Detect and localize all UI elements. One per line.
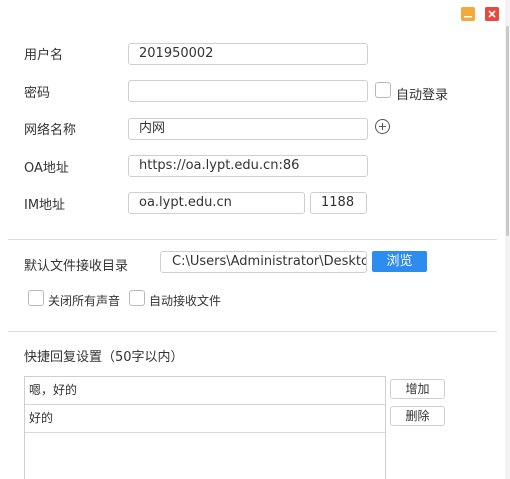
close-icon <box>488 10 496 18</box>
browse-button[interactable]: 浏览 <box>372 251 427 272</box>
scrollbar-thumb[interactable] <box>506 26 509 236</box>
im-host-field[interactable]: oa.lypt.edu.cn <box>128 192 305 214</box>
auto-receive-checkbox[interactable] <box>129 290 145 306</box>
im-port-field[interactable]: 1188 <box>310 192 367 214</box>
settings-window: 用户名 201950002 密码 自动登录 网络名称 内网 OA地址 https… <box>0 0 510 479</box>
minimize-icon <box>464 16 472 18</box>
oa-address-field[interactable]: https://oa.lypt.edu.cn:86 <box>128 155 368 177</box>
plus-circle-icon[interactable] <box>375 119 390 134</box>
password-field[interactable] <box>128 80 368 102</box>
auto-login-checkbox[interactable] <box>375 82 391 98</box>
delete-reply-button[interactable]: 删除 <box>390 406 445 426</box>
mute-all-label: 关闭所有声音 <box>48 294 121 308</box>
password-label: 密码 <box>24 86 51 101</box>
minimize-button[interactable] <box>461 7 475 21</box>
auto-login-label: 自动登录 <box>396 88 449 103</box>
username-label: 用户名 <box>24 48 64 63</box>
divider <box>8 239 497 240</box>
list-item[interactable]: 好的 <box>25 405 385 433</box>
add-reply-button[interactable]: 增加 <box>390 379 445 399</box>
auto-receive-label: 自动接收文件 <box>149 294 222 308</box>
network-name-field[interactable]: 内网 <box>128 118 368 140</box>
oa-address-label: OA地址 <box>24 161 69 176</box>
list-item[interactable]: 嗯，好的 <box>25 377 385 405</box>
default-dir-field[interactable]: C:\Users\Administrator\Desktop <box>160 251 367 273</box>
divider <box>8 331 497 332</box>
close-button[interactable] <box>485 7 499 21</box>
mute-all-checkbox[interactable] <box>28 290 44 306</box>
quick-reply-list: 嗯，好的 好的 <box>24 376 386 479</box>
network-name-label: 网络名称 <box>24 123 77 138</box>
quick-reply-title: 快捷回复设置（50字以内） <box>24 350 184 365</box>
im-address-label: IM地址 <box>24 198 66 213</box>
default-dir-label: 默认文件接收目录 <box>24 259 129 274</box>
username-field[interactable]: 201950002 <box>128 43 368 65</box>
